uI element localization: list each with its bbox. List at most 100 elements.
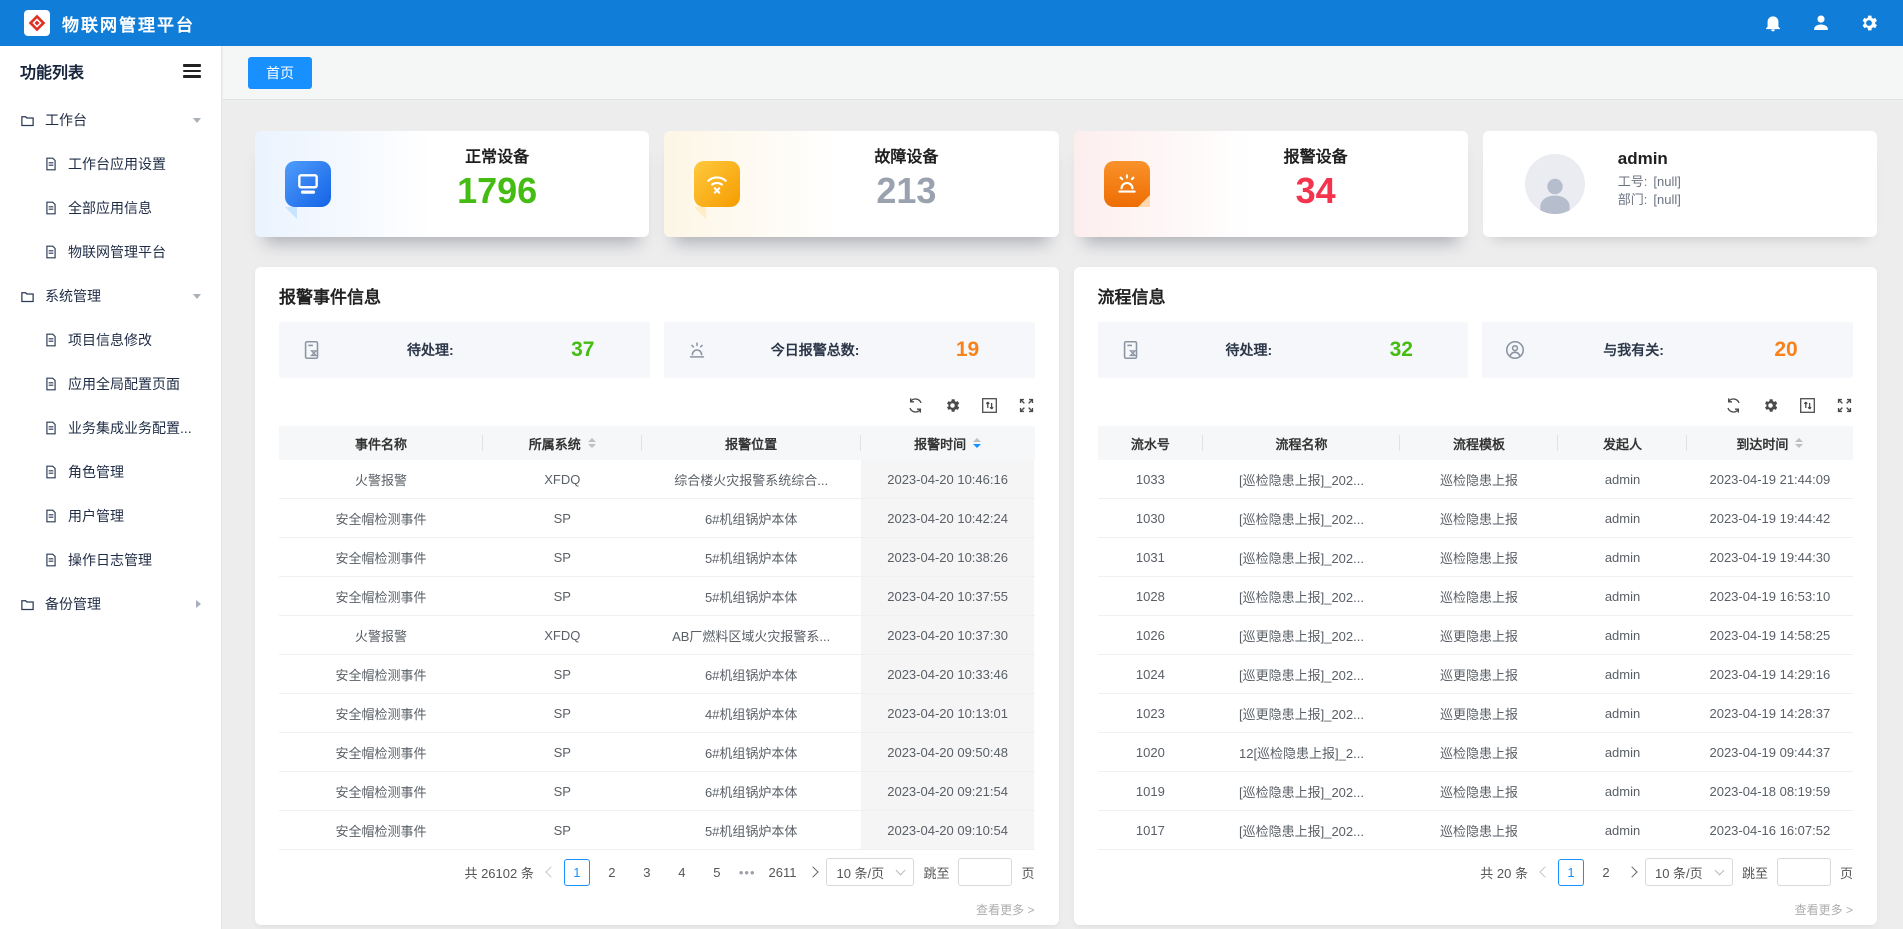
page-unit-label: 页: [1021, 863, 1034, 882]
table-row[interactable]: 1023[巡更隐患上报]_202...巡更隐患上报admin2023-04-19…: [1098, 694, 1854, 733]
columns-icon[interactable]: [981, 397, 998, 414]
table-row[interactable]: 1024[巡更隐患上报]_202...巡更隐患上报admin2023-04-19…: [1098, 655, 1854, 694]
sidebar-item-operation-log-management[interactable]: 操作日志管理: [0, 538, 221, 582]
user-field-label: 工号:: [1618, 174, 1648, 189]
sort-icon[interactable]: [1795, 438, 1803, 448]
settings-icon[interactable]: [944, 397, 961, 414]
table-row[interactable]: 1017[巡检隐患上报]_202...巡检隐患上报admin2023-04-16…: [1098, 811, 1854, 850]
stat-value: 20: [1741, 338, 1831, 362]
columns-icon[interactable]: [1799, 397, 1816, 414]
next-page-icon[interactable]: [808, 866, 819, 877]
stat-card-alarm-devices[interactable]: 报警设备 34: [1074, 131, 1468, 237]
table-cell: admin: [1558, 772, 1686, 810]
sidebar-item-iot-platform[interactable]: 物联网管理平台: [0, 230, 221, 274]
page-button[interactable]: 1: [564, 859, 590, 886]
page-button[interactable]: 2: [1593, 859, 1619, 886]
page-button[interactable]: 2611: [765, 859, 801, 886]
table-row[interactable]: 1026[巡更隐患上报]_202...巡更隐患上报admin2023-04-19…: [1098, 616, 1854, 655]
bell-icon[interactable]: [1763, 13, 1783, 33]
user-field-label: 部门:: [1618, 192, 1648, 207]
page-button[interactable]: 2: [599, 859, 625, 886]
sidebar-item-system-management[interactable]: 系统管理: [0, 274, 221, 318]
sidebar-item-all-app-info[interactable]: 全部应用信息: [0, 186, 221, 230]
user-icon[interactable]: [1811, 13, 1831, 33]
page-button[interactable]: 1: [1558, 859, 1584, 886]
fullscreen-icon[interactable]: [1836, 397, 1853, 414]
sidebar-item-workbench-app-settings[interactable]: 工作台应用设置: [0, 142, 221, 186]
sidebar-item-user-management[interactable]: 用户管理: [0, 494, 221, 538]
table-row[interactable]: 1030[巡检隐患上报]_202...巡检隐患上报admin2023-04-19…: [1098, 499, 1854, 538]
brand-logo-icon: [24, 10, 50, 36]
sort-icon-active-desc[interactable]: [973, 438, 981, 448]
view-more-link[interactable]: 查看更多 >: [279, 894, 1035, 924]
table-cell: 2023-04-19 19:44:42: [1687, 499, 1853, 537]
sidebar-item-backup-management[interactable]: 备份管理: [0, 582, 221, 626]
sidebar-item-workbench[interactable]: 工作台: [0, 98, 221, 142]
sidebar-item-business-integration-config[interactable]: 业务集成业务配置...: [0, 406, 221, 450]
page-size-select[interactable]: 10 条/页: [1645, 858, 1733, 886]
table-row[interactable]: 安全帽检测事件SP6#机组锅炉本体2023-04-20 10:33:46: [279, 655, 1035, 694]
table-row[interactable]: 安全帽检测事件SP6#机组锅炉本体2023-04-20 10:42:24: [279, 499, 1035, 538]
table-cell: admin: [1558, 694, 1686, 732]
page-button[interactable]: 3: [634, 859, 660, 886]
table-row[interactable]: 火警报警XFDQ综合楼火灾报警系统综合...2023-04-20 10:46:1…: [279, 460, 1035, 499]
sidebar-item-role-management[interactable]: 角色管理: [0, 450, 221, 494]
table-row[interactable]: 1033[巡检隐患上报]_202...巡检隐患上报admin2023-04-19…: [1098, 460, 1854, 499]
settings-icon[interactable]: [1762, 397, 1779, 414]
view-more-link[interactable]: 查看更多 >: [1098, 894, 1854, 924]
table-cell: admin: [1558, 577, 1686, 615]
table-header-row: 事件名称 所属系统 报警位置 报警时间: [279, 426, 1035, 460]
refresh-icon[interactable]: [907, 397, 924, 414]
table-cell: 安全帽检测事件: [279, 811, 483, 849]
refresh-icon[interactable]: [1725, 397, 1742, 414]
col-header-system[interactable]: 所属系统: [483, 426, 642, 460]
col-header-arrival-time[interactable]: 到达时间: [1687, 426, 1853, 460]
table-header-row: 流水号 流程名称 流程模板 发起人 到达时间: [1098, 426, 1854, 460]
sidebar-item-project-info-edit[interactable]: 项目信息修改: [0, 318, 221, 362]
table-row[interactable]: 1031[巡检隐患上报]_202...巡检隐患上报admin2023-04-19…: [1098, 538, 1854, 577]
jump-page-input[interactable]: [958, 858, 1012, 886]
table-cell: 巡更隐患上报: [1400, 655, 1559, 693]
page-size-select[interactable]: 10 条/页: [826, 858, 914, 886]
sidebar-item-app-global-config[interactable]: 应用全局配置页面: [0, 362, 221, 406]
table-cell: 6#机组锅炉本体: [642, 655, 861, 693]
table-row[interactable]: 1028[巡检隐患上报]_202...巡检隐患上报admin2023-04-19…: [1098, 577, 1854, 616]
table-row[interactable]: 安全帽检测事件SP4#机组锅炉本体2023-04-20 10:13:01: [279, 694, 1035, 733]
stat-card-normal-devices[interactable]: 正常设备 1796: [255, 131, 649, 237]
table-cell: 2023-04-19 14:28:37: [1687, 694, 1853, 732]
doc-icon: [44, 553, 58, 567]
table-cell: 巡检隐患上报: [1400, 460, 1559, 498]
page-button[interactable]: 4: [669, 859, 695, 886]
page-ellipsis[interactable]: •••: [739, 865, 756, 880]
gear-icon[interactable]: [1859, 13, 1879, 33]
collapse-menu-icon[interactable]: [183, 64, 201, 78]
table-cell: AB厂燃料区域火灾报警系...: [642, 616, 861, 654]
next-page-icon[interactable]: [1626, 866, 1637, 877]
fullscreen-icon[interactable]: [1018, 397, 1035, 414]
chevron-down-icon: [896, 866, 906, 876]
col-header-initiator: 发起人: [1558, 426, 1686, 460]
table-row[interactable]: 安全帽检测事件SP6#机组锅炉本体2023-04-20 09:21:54: [279, 772, 1035, 811]
prev-page-icon[interactable]: [1539, 866, 1550, 877]
table-row[interactable]: 102012[巡检隐患上报]_2...巡检隐患上报admin2023-04-19…: [1098, 733, 1854, 772]
table-row[interactable]: 安全帽检测事件SP5#机组锅炉本体2023-04-20 10:37:55: [279, 577, 1035, 616]
stat-label: 与我有关:: [1526, 340, 1741, 360]
folder-icon: [20, 597, 35, 612]
jump-page-input[interactable]: [1777, 858, 1831, 886]
tab-home[interactable]: 首页: [248, 57, 312, 89]
table-row[interactable]: 安全帽检测事件SP5#机组锅炉本体2023-04-20 09:10:54: [279, 811, 1035, 850]
table-cell: 安全帽检测事件: [279, 772, 483, 810]
table-cell: 2023-04-19 14:58:25: [1687, 616, 1853, 654]
col-header-alarm-time[interactable]: 报警时间: [861, 426, 1035, 460]
table-cell: 火警报警: [279, 460, 483, 498]
table-cell: admin: [1558, 733, 1686, 771]
table-row[interactable]: 1019[巡检隐患上报]_202...巡检隐患上报admin2023-04-18…: [1098, 772, 1854, 811]
table-row[interactable]: 安全帽检测事件SP6#机组锅炉本体2023-04-20 09:50:48: [279, 733, 1035, 772]
stat-card-fault-devices[interactable]: 故障设备 213: [664, 131, 1058, 237]
table-row[interactable]: 安全帽检测事件SP5#机组锅炉本体2023-04-20 10:38:26: [279, 538, 1035, 577]
user-card[interactable]: admin 工号:[null] 部门:[null]: [1483, 131, 1877, 237]
sort-icon[interactable]: [588, 438, 596, 448]
page-button[interactable]: 5: [704, 859, 730, 886]
prev-page-icon[interactable]: [545, 866, 556, 877]
table-row[interactable]: 火警报警XFDQAB厂燃料区域火灾报警系...2023-04-20 10:37:…: [279, 616, 1035, 655]
